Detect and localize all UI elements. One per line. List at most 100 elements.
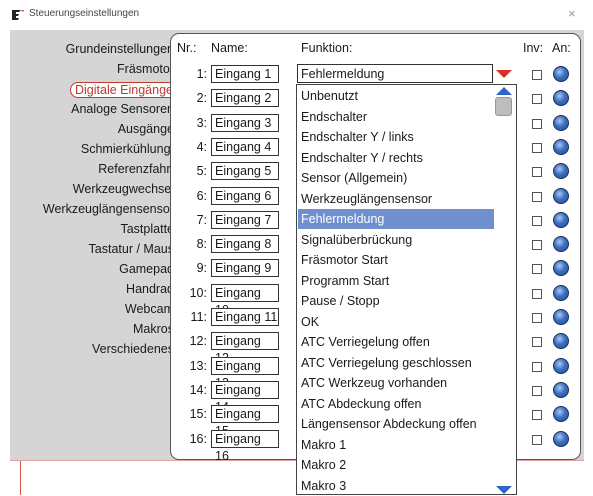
nav-item[interactable]: Werkzeugwechsel [73, 182, 174, 196]
nav-item[interactable]: Grundeinstellungen [66, 42, 174, 56]
invert-checkbox[interactable] [532, 385, 542, 396]
status-led-icon [553, 163, 569, 180]
status-led-icon [553, 333, 569, 350]
invert-checkbox[interactable] [532, 167, 542, 178]
header-inv: Inv: [523, 41, 544, 55]
status-led-icon [553, 381, 569, 398]
input-name-field[interactable]: Eingang 6 [211, 186, 279, 205]
input-name-field[interactable]: Eingang 3 [211, 113, 279, 132]
input-name-field[interactable]: Eingang 1 [211, 65, 279, 83]
invert-checkbox[interactable] [532, 410, 542, 421]
invert-checkbox[interactable] [532, 118, 542, 129]
input-name-field[interactable]: Eingang 4 [211, 137, 279, 156]
row-number: 11: [190, 310, 207, 324]
row-number: 12: [189, 334, 207, 349]
nav-item[interactable]: Handrad [126, 282, 174, 296]
function-option[interactable]: Programm Start [298, 271, 494, 291]
function-option[interactable]: Makro 1 [298, 435, 494, 455]
scroll-up-icon[interactable] [496, 87, 512, 95]
status-led-icon [553, 430, 569, 447]
function-option[interactable]: ATC Verriegelung geschlossen [298, 353, 494, 373]
input-name-field[interactable]: Eingang 8 [211, 235, 279, 254]
function-option[interactable]: Endschalter Y / links [298, 127, 494, 147]
invert-checkbox[interactable] [532, 434, 542, 445]
nav-item[interactable]: Tastatur / Maus [89, 242, 174, 256]
invert-checkbox[interactable] [532, 70, 542, 80]
nav-item[interactable]: Tastplatte [120, 222, 174, 236]
invert-checkbox[interactable] [532, 191, 542, 202]
function-option[interactable]: Endschalter Y / rechts [298, 148, 494, 168]
invert-checkbox[interactable] [532, 142, 542, 153]
dropdown-arrow-icon[interactable] [496, 70, 512, 78]
input-name-field[interactable]: Eingang 12 [211, 332, 279, 365]
function-option[interactable]: Endschalter [298, 107, 494, 127]
status-led-icon [553, 187, 569, 204]
function-dropdown-list[interactable]: Unbenutzt Endschalter Endschalter Y / link… [296, 84, 517, 495]
function-select[interactable]: Fehlermeldung [297, 64, 493, 83]
row-number: 1: [196, 67, 207, 81]
row-number: 13: [189, 358, 207, 373]
nav-item[interactable]: Werkzeuglängensensor [43, 202, 174, 216]
row-number: 7: [196, 212, 207, 227]
function-option[interactable]: Fehlermeldung [298, 209, 494, 229]
nav-item[interactable]: Digitale Eingänge [70, 82, 178, 98]
invert-checkbox[interactable] [532, 215, 542, 226]
input-name-field[interactable]: Eingang 9 [211, 259, 279, 278]
invert-checkbox[interactable] [532, 313, 542, 323]
row-number: 4: [196, 139, 207, 154]
function-option[interactable]: ATC Werkzeug vorhanden [298, 373, 494, 393]
row-number: 9: [196, 261, 207, 276]
invert-checkbox[interactable] [532, 361, 542, 372]
input-name-field[interactable]: Eingang 15 [211, 405, 279, 438]
scrollbar-thumb[interactable] [495, 97, 512, 116]
function-option[interactable]: Makro 3 [298, 476, 494, 496]
nav-item[interactable]: Gamepad [119, 262, 174, 276]
divider-accent [20, 461, 21, 495]
function-option[interactable]: Längensensor Abdeckung offen [298, 414, 494, 434]
close-button[interactable]: × [568, 6, 576, 21]
function-option[interactable]: Unbenutzt [298, 86, 494, 106]
function-option[interactable]: Sensor (Allgemein) [298, 168, 494, 188]
status-led-icon [553, 138, 569, 155]
function-option[interactable]: Signalüberbrückung [298, 230, 494, 250]
function-option[interactable]: ATC Abdeckung offen [298, 394, 494, 414]
status-led-icon [553, 260, 569, 277]
scroll-down-icon[interactable] [496, 486, 512, 494]
nav-item[interactable]: Analoge Sensoren [71, 102, 174, 116]
header-nr: Nr.: [177, 41, 197, 55]
function-option[interactable]: Makro 2 [298, 455, 494, 475]
nav-item[interactable]: Makros [133, 322, 174, 336]
invert-checkbox[interactable] [532, 288, 542, 299]
function-option[interactable]: Pause / Stopp [298, 291, 494, 311]
status-led-icon [553, 357, 569, 374]
input-name-field[interactable]: Eingang 10 [211, 283, 279, 317]
input-name-field[interactable]: Eingang 13 [211, 356, 279, 390]
invert-checkbox[interactable] [532, 94, 542, 105]
row-number: 8: [196, 237, 207, 252]
nav-item[interactable]: Webcam [125, 302, 174, 316]
function-option[interactable]: Werkzeuglängensensor [298, 189, 494, 209]
status-led-icon [553, 90, 569, 107]
nav-item[interactable]: Schmierkühlung: [81, 142, 174, 156]
row-number: 16: [189, 431, 207, 446]
input-name-field[interactable]: Eingang 5 [211, 162, 279, 181]
function-option[interactable]: ATC Verriegelung offen [298, 332, 494, 352]
input-name-field[interactable]: Eingang 16 [211, 429, 279, 463]
invert-checkbox[interactable] [532, 264, 542, 275]
input-name-field[interactable]: Eingang 7 [211, 210, 279, 229]
function-option[interactable]: Fräsmotor Start [298, 250, 494, 270]
input-name-field[interactable]: Eingang 11 [211, 308, 279, 326]
app-logo-icon [12, 10, 24, 20]
nav-item[interactable]: Referenzfahrt [98, 162, 174, 176]
header-name: Name: [211, 41, 248, 55]
invert-checkbox[interactable] [532, 240, 542, 251]
function-option[interactable]: OK [298, 312, 494, 332]
invert-checkbox[interactable] [532, 337, 542, 348]
input-name-field[interactable]: Eingang 2 [211, 89, 279, 108]
input-name-field[interactable]: Eingang 14 [211, 380, 279, 414]
nav-item[interactable]: Verschiedenes [92, 342, 174, 356]
status-led-icon [553, 66, 569, 82]
nav-item[interactable]: Ausgänge [118, 122, 174, 136]
row-number: 5: [196, 164, 207, 179]
nav-item[interactable]: Fräsmotor [117, 62, 174, 76]
